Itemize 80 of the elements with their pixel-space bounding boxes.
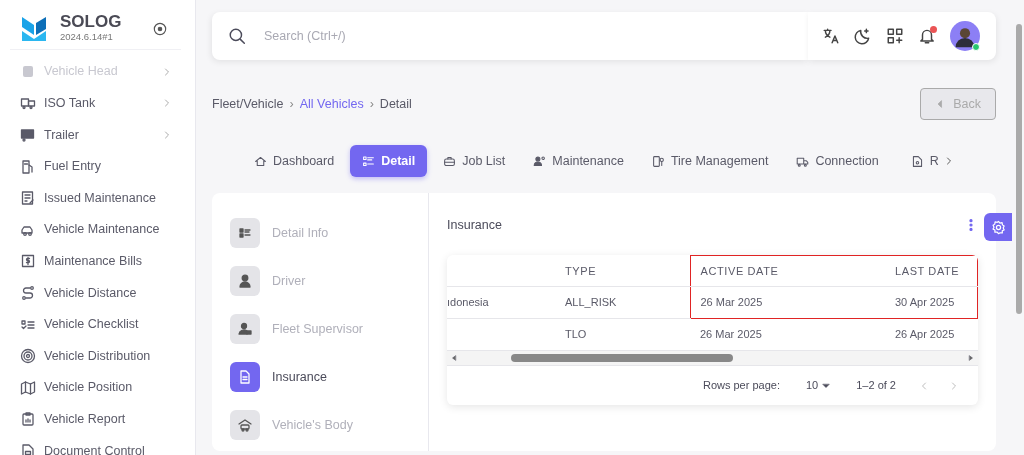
column-header: ACTIVE DATE <box>690 255 885 287</box>
route-icon <box>20 284 36 301</box>
sidebar-item[interactable]: Vehicle Distribution <box>0 340 195 372</box>
user-briefcase-icon <box>237 321 253 337</box>
rows-per-page-select[interactable]: 10 <box>806 377 831 394</box>
tab[interactable]: Tire Management <box>639 144 781 178</box>
sidebar-item[interactable]: Trailer <box>0 119 195 151</box>
translate-icon[interactable] <box>822 27 840 45</box>
tab[interactable]: Dashboard <box>242 144 347 178</box>
table-cell: ALL_RISK <box>555 286 690 319</box>
table-cell: 30 Apr 2025 <box>885 286 978 319</box>
map-icon <box>20 379 36 396</box>
search-field[interactable]: Search (Ctrl+/) <box>212 12 808 60</box>
briefcase-icon <box>443 154 457 168</box>
vertical-scrollbar[interactable] <box>1016 24 1022 314</box>
search-icon <box>228 27 246 45</box>
sidebar-item[interactable]: Document Control <box>0 435 195 455</box>
horizontal-scrollbar[interactable] <box>447 351 978 365</box>
sidebar-item[interactable]: Vehicle Maintenance <box>0 213 195 246</box>
tank-truck-icon <box>20 95 36 112</box>
moon-icon[interactable] <box>854 27 872 45</box>
avatar-icon[interactable] <box>950 21 980 51</box>
settings-icon <box>990 219 1006 235</box>
user-icon <box>237 273 253 289</box>
clipboard-icon <box>20 411 36 428</box>
breadcrumb-text: Fleet/Vehicle <box>212 95 284 113</box>
fuel-pump-icon <box>20 158 36 175</box>
table-cell: 26 Mar 2025 <box>690 286 885 319</box>
tire-icon <box>651 154 665 168</box>
caret-left-icon <box>451 355 457 361</box>
column-header: TYPE <box>555 255 690 287</box>
trailer-icon <box>20 127 36 143</box>
document-icon <box>237 369 253 385</box>
radio-icon[interactable] <box>153 21 167 36</box>
table-cell: 26 Mar 2025 <box>690 318 885 351</box>
caret-down-icon <box>822 381 831 390</box>
tab[interactable]: Detail <box>350 144 428 178</box>
sidebar-item[interactable]: ISO Tank <box>0 87 195 120</box>
online-status-dot <box>972 43 980 51</box>
breadcrumb-link[interactable]: All Vehicles <box>299 94 364 114</box>
tab[interactable]: Connection <box>784 144 891 178</box>
radar-icon <box>20 348 36 365</box>
list-icon <box>362 154 376 168</box>
side-tab[interactable]: Insurance <box>230 353 410 401</box>
breadcrumb-separator: › <box>369 95 374 113</box>
sidebar-item[interactable]: Vehicle Distance <box>0 277 195 309</box>
grid-plus-icon[interactable] <box>886 27 904 45</box>
breadcrumb-text: Detail <box>379 95 412 113</box>
breadcrumb-separator: › <box>289 95 294 113</box>
sidebar-item[interactable]: Issued Maintenance <box>0 182 195 214</box>
scrollbar-thumb[interactable] <box>511 354 733 362</box>
table-cell: 26 Apr 2025 <box>885 318 978 351</box>
settings-button[interactable] <box>984 213 1012 241</box>
version-label: 2024.6.14#1 <box>60 29 114 44</box>
table-cell: TLO <box>555 318 690 351</box>
sidebar-item[interactable]: Fuel Entry <box>0 150 195 183</box>
table-cell: ıdonesia <box>447 286 555 319</box>
brand-name: SOLOG <box>60 12 122 30</box>
panel-title: Insurance <box>447 217 502 232</box>
file-gear-icon <box>910 154 924 168</box>
car-garage-icon <box>237 417 253 433</box>
document-pen-icon <box>20 190 36 207</box>
bell-icon[interactable] <box>918 27 936 46</box>
bill-icon <box>20 253 36 270</box>
page-range-label: 1–2 of 2 <box>856 378 896 394</box>
caret-right-icon <box>968 355 974 361</box>
tab[interactable]: Job List <box>431 144 518 178</box>
house-icon <box>254 154 267 168</box>
sidebar-item[interactable]: Vehicle Report <box>0 403 195 436</box>
tab[interactable]: R <box>894 144 939 178</box>
list-icon <box>237 225 253 241</box>
tab[interactable]: Maintenance <box>521 144 636 178</box>
sidebar-item[interactable]: Maintenance Bills <box>0 245 195 278</box>
column-header: LAST DATE <box>885 255 978 287</box>
user-gear-icon <box>533 154 547 168</box>
file-icon <box>20 442 36 455</box>
sidebar-item[interactable]: Vehicle Position <box>0 371 195 404</box>
search-input[interactable]: Search (Ctrl+/) <box>262 25 808 47</box>
sidebar-item[interactable]: Vehicle Checklist <box>0 308 195 341</box>
rows-per-page-label: Rows per page: <box>702 378 780 394</box>
